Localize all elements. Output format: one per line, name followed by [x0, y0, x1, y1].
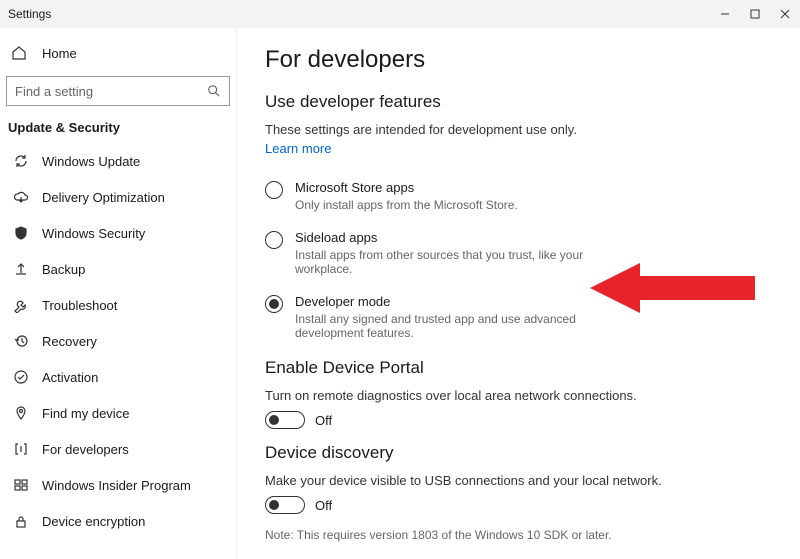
radio-label: Microsoft Store apps [295, 180, 518, 195]
location-icon [12, 405, 30, 421]
window-title: Settings [8, 7, 51, 21]
sidebar-item[interactable]: Backup [6, 251, 230, 287]
sidebar-item-label: Backup [42, 262, 85, 277]
radio-button[interactable] [265, 181, 283, 199]
sidebar-item-label: For developers [42, 442, 129, 457]
minimize-button[interactable] [710, 0, 740, 28]
radio-button[interactable] [265, 295, 283, 313]
sidebar-item-label: Delivery Optimization [42, 190, 165, 205]
radio-option[interactable]: Developer mode Install any signed and tru… [265, 294, 772, 340]
sidebar-home[interactable]: Home [6, 36, 230, 70]
search-input[interactable]: Find a setting [6, 76, 230, 106]
sidebar-item-label: Recovery [42, 334, 97, 349]
radio-desc: Only install apps from the Microsoft Sto… [295, 198, 518, 212]
search-placeholder: Find a setting [15, 84, 93, 99]
sidebar-item[interactable]: Recovery [6, 323, 230, 359]
shield-icon [12, 225, 30, 241]
radio-option[interactable]: Sideload apps Install apps from other sou… [265, 230, 772, 276]
sidebar-item-label: Windows Security [42, 226, 145, 241]
section-discovery-desc: Make your device visible to USB connecti… [265, 473, 772, 488]
sidebar-item[interactable]: Find my device [6, 395, 230, 431]
discovery-note: Note: This requires version 1803 of the … [265, 528, 772, 542]
sidebar-item-label: Find my device [42, 406, 129, 421]
sidebar-nav: Windows Update Delivery Optimization Windo… [6, 143, 230, 539]
titlebar: Settings [0, 0, 800, 28]
sidebar-group-title: Update & Security [6, 116, 230, 143]
maximize-button[interactable] [740, 0, 770, 28]
sidebar-home-label: Home [42, 46, 77, 61]
sidebar-item[interactable]: For developers [6, 431, 230, 467]
learn-more-link[interactable]: Learn more [265, 141, 331, 156]
radio-option[interactable]: Microsoft Store apps Only install apps fr… [265, 180, 772, 212]
sidebar-item-label: Device encryption [42, 514, 145, 529]
device-portal-state: Off [315, 413, 332, 428]
radio-label: Developer mode [295, 294, 615, 309]
radio-label: Sideload apps [295, 230, 615, 245]
window-controls [710, 0, 800, 28]
radio-desc: Install any signed and trusted app and u… [295, 312, 615, 340]
cloud-down-icon [12, 189, 30, 205]
home-icon [10, 45, 28, 61]
sidebar-item[interactable]: Troubleshoot [6, 287, 230, 323]
sidebar-item-label: Windows Insider Program [42, 478, 191, 493]
sidebar-item[interactable]: Device encryption [6, 503, 230, 539]
device-portal-toggle[interactable] [265, 411, 305, 429]
sidebar: Home Find a setting Update & Security Wi… [0, 28, 237, 559]
sidebar-item[interactable]: Activation [6, 359, 230, 395]
sidebar-item-label: Activation [42, 370, 98, 385]
upload-icon [12, 261, 30, 277]
device-discovery-state: Off [315, 498, 332, 513]
dev-mode-radio-group: Microsoft Store apps Only install apps fr… [265, 180, 772, 340]
clock-back-icon [12, 333, 30, 349]
wrench-icon [12, 297, 30, 313]
check-circle-icon [12, 369, 30, 385]
search-icon [207, 84, 221, 98]
sidebar-item[interactable]: Windows Security [6, 215, 230, 251]
section-portal-heading: Enable Device Portal [265, 358, 772, 378]
sidebar-item-label: Troubleshoot [42, 298, 117, 313]
sidebar-item[interactable]: Windows Update [6, 143, 230, 179]
sidebar-item-label: Windows Update [42, 154, 140, 169]
main-content: For developers Use developer features Th… [237, 28, 800, 559]
refresh-icon [12, 153, 30, 169]
section-portal-desc: Turn on remote diagnostics over local ar… [265, 388, 772, 403]
lock-icon [12, 513, 30, 529]
device-discovery-toggle[interactable] [265, 496, 305, 514]
sidebar-item[interactable]: Delivery Optimization [6, 179, 230, 215]
page-title: For developers [265, 46, 772, 74]
section-dev-desc: These settings are intended for developm… [265, 122, 772, 137]
radio-button[interactable] [265, 231, 283, 249]
section-discovery-heading: Device discovery [265, 443, 772, 463]
windows-icon [12, 477, 30, 493]
brackets-icon [12, 441, 30, 457]
radio-desc: Install apps from other sources that you… [295, 248, 615, 276]
close-button[interactable] [770, 0, 800, 28]
section-dev-heading: Use developer features [265, 92, 772, 112]
sidebar-item[interactable]: Windows Insider Program [6, 467, 230, 503]
